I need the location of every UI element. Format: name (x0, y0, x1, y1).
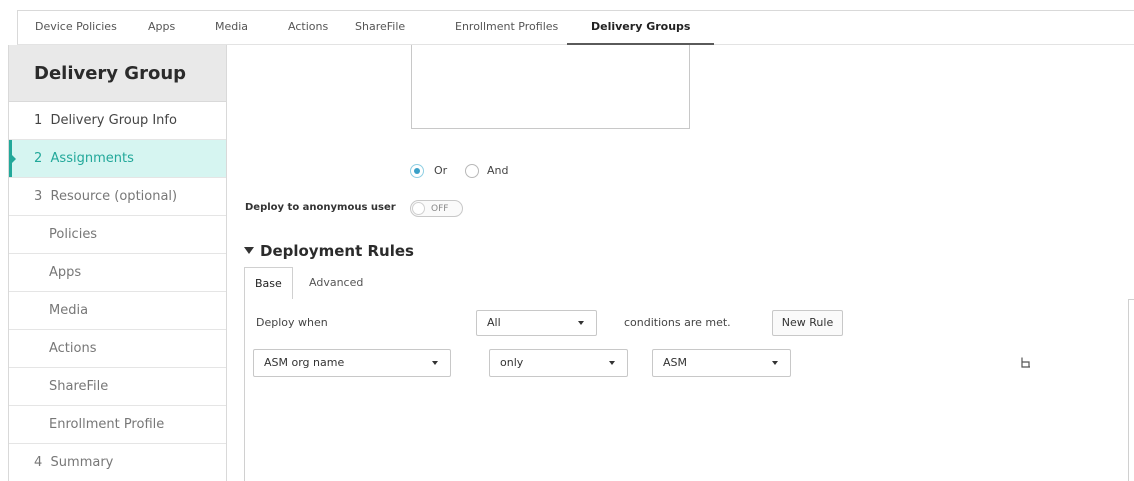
rule-value-select[interactable]: ASM (652, 349, 791, 377)
sidebar-item-label: 1 Delivery Group Info (34, 113, 177, 128)
sidebar-item-delivery-group-info[interactable]: 1 Delivery Group Info (9, 102, 226, 140)
sidebar-title: Delivery Group (9, 45, 226, 102)
tab-device-policies[interactable]: Device Policies (35, 11, 117, 45)
toggle-knob (412, 202, 425, 215)
sidebar-item-apps[interactable]: Apps (9, 254, 226, 292)
tab-enrollment-profiles[interactable]: Enrollment Profiles (455, 11, 558, 45)
sidebar-item-sharefile[interactable]: ShareFile (9, 368, 226, 406)
tab-media[interactable]: Media (215, 11, 248, 45)
anonymous-user-toggle[interactable]: OFF (410, 200, 463, 217)
sidebar-item-label: Apps (49, 265, 82, 280)
rule-operator-select[interactable]: only (489, 349, 628, 377)
sidebar-item-label: Policies (49, 227, 98, 242)
chevron-down-icon (432, 361, 438, 365)
delete-rule-icon[interactable] (1019, 356, 1033, 370)
sidebar-item-actions[interactable]: Actions (9, 330, 226, 368)
or-label: Or (434, 164, 448, 177)
and-radio[interactable] (465, 164, 479, 178)
sidebar-item-summary[interactable]: 4 Summary (9, 444, 226, 481)
sidebar: Delivery Group 1 Delivery Group Info 2 A… (8, 45, 227, 481)
sidebar-item-media[interactable]: Media (9, 292, 226, 330)
sidebar-item-label: Actions (49, 341, 97, 356)
sidebar-item-policies[interactable]: Policies (9, 216, 226, 254)
deployment-rules-title: Deployment Rules (260, 242, 414, 260)
tab-base[interactable]: Base (244, 267, 293, 301)
sidebar-item-assignments[interactable]: 2 Assignments (9, 140, 226, 178)
sidebar-item-resource[interactable]: 3 Resource (optional) (9, 178, 226, 216)
rule-field-value: ASM org name (264, 356, 345, 369)
top-nav-bar: Device Policies Apps Media Actions Share… (17, 10, 1134, 45)
toggle-state-text: OFF (431, 204, 449, 214)
rules-tabs: Base Advanced (244, 267, 1134, 301)
rule-field-select[interactable]: ASM org name (253, 349, 451, 377)
rule-value-value: ASM (663, 356, 687, 369)
tab-actions[interactable]: Actions (288, 11, 328, 45)
conditions-met-text: conditions are met. (624, 316, 731, 329)
anonymous-user-label: Deploy to anonymous user (245, 202, 396, 213)
chevron-down-icon (578, 321, 584, 325)
tab-delivery-groups[interactable]: Delivery Groups (567, 11, 715, 45)
condition-select[interactable]: All (476, 310, 597, 336)
sidebar-item-label: 3 Resource (optional) (34, 189, 178, 204)
sidebar-item-enrollment-profile[interactable]: Enrollment Profile (9, 406, 226, 444)
chevron-down-icon (772, 361, 778, 365)
tab-sharefile[interactable]: ShareFile (355, 11, 405, 45)
rule-operator-value: only (500, 356, 524, 369)
deploy-when-label: Deploy when (256, 316, 328, 329)
deployment-rules-heading[interactable]: Deployment Rules (244, 242, 414, 260)
tab-apps[interactable]: Apps (148, 11, 175, 45)
chevron-down-icon (609, 361, 615, 365)
or-radio[interactable] (410, 164, 424, 178)
and-label: And (487, 164, 509, 177)
group-list-textarea[interactable] (411, 45, 690, 129)
sidebar-item-label: Media (49, 303, 89, 318)
sidebar-item-label: ShareFile (49, 379, 109, 394)
condition-select-value: All (487, 316, 501, 329)
chevron-right-icon (12, 155, 16, 163)
caret-down-icon (244, 247, 254, 254)
sidebar-item-label: 4 Summary (34, 455, 114, 470)
sidebar-item-label: Enrollment Profile (49, 417, 165, 432)
new-rule-button[interactable]: New Rule (772, 310, 843, 336)
sidebar-item-label: 2 Assignments (34, 151, 134, 166)
tab-advanced[interactable]: Advanced (299, 267, 373, 300)
